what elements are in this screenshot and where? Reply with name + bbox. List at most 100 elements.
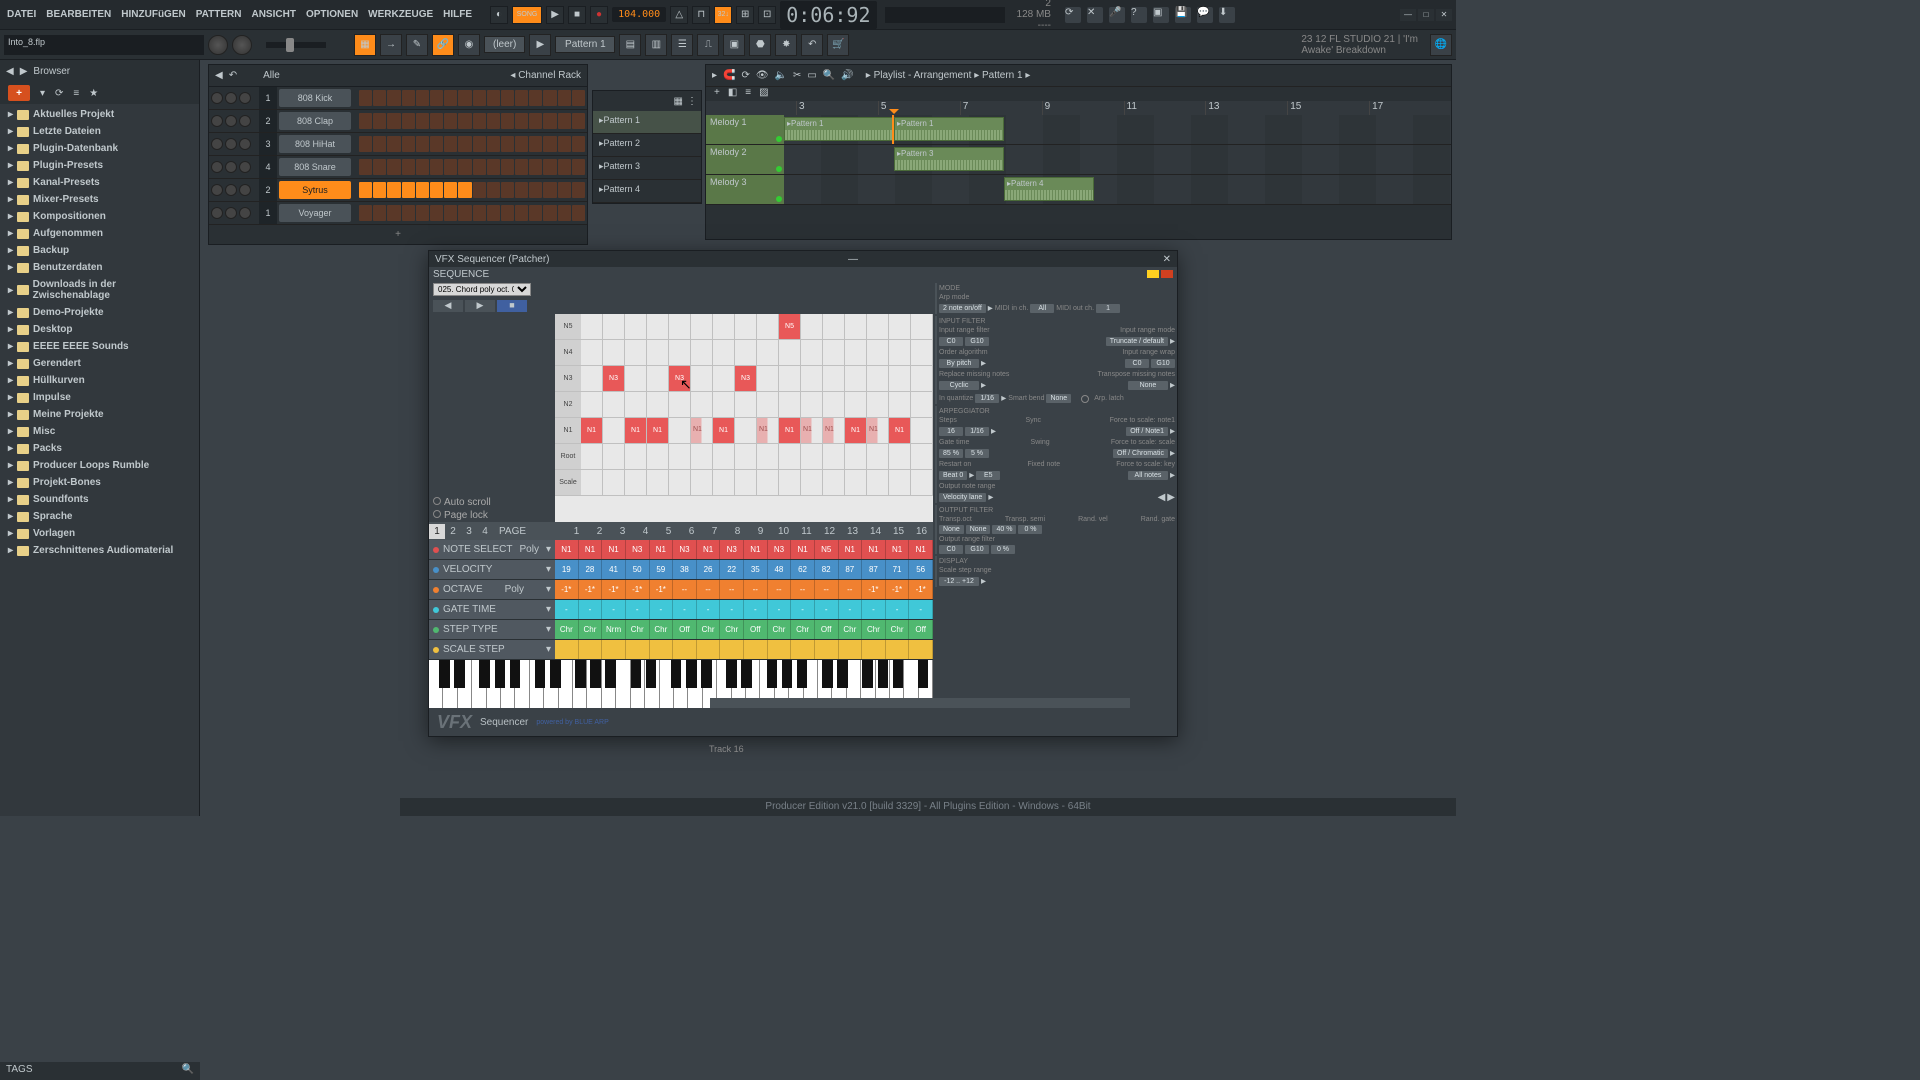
- vfx-minimize-icon[interactable]: —: [848, 254, 858, 265]
- browser-item[interactable]: ▸Benutzerdaten: [0, 259, 199, 276]
- browser-item[interactable]: ▸Demo-Projekte: [0, 304, 199, 321]
- mic-icon[interactable]: 🎤: [1109, 7, 1125, 23]
- browser-collapse-icon[interactable]: ▾: [40, 88, 45, 99]
- lane-styp[interactable]: STEP TYPE▾ChrChrNrmChrChrOffChrChrOffChr…: [429, 620, 933, 640]
- pattern-item[interactable]: ▸Pattern 2: [593, 134, 701, 157]
- browser-item[interactable]: ▸Backup: [0, 242, 199, 259]
- pl-menu-icon[interactable]: ▸: [712, 70, 717, 81]
- rf-hi[interactable]: G10: [965, 337, 989, 346]
- lane-gate[interactable]: GATE TIME▾----------------: [429, 600, 933, 620]
- page-4-button[interactable]: 4: [477, 524, 493, 539]
- transpose-field[interactable]: None: [1128, 381, 1168, 390]
- restart-field[interactable]: Beat 0: [939, 471, 967, 480]
- pl-sel-icon[interactable]: ▭: [807, 70, 816, 81]
- nav-next-icon[interactable]: ▶: [1167, 492, 1175, 503]
- pianoroll-icon[interactable]: ▥: [645, 34, 667, 56]
- menu-werkzeuge[interactable]: WERKZEUGE: [365, 7, 436, 22]
- play-small-icon[interactable]: ▶: [529, 34, 551, 56]
- channel-row[interactable]: 2808 Clap: [209, 110, 587, 133]
- metronome-icon[interactable]: △: [670, 6, 688, 24]
- pattern-item[interactable]: ▸Pattern 3: [593, 157, 701, 180]
- orf-pct[interactable]: 0 %: [991, 545, 1015, 554]
- browser-item[interactable]: ▸Aktuelles Projekt: [0, 106, 199, 123]
- pattern-tool-b-icon[interactable]: ⋮: [687, 96, 697, 107]
- nav-prev-icon[interactable]: ◀: [1158, 492, 1166, 503]
- wait-input-icon[interactable]: ⊓: [692, 6, 710, 24]
- autoscroll-checkbox[interactable]: Auto scroll: [429, 496, 555, 509]
- record-button[interactable]: ●: [590, 6, 608, 24]
- preset-next-button[interactable]: ▶: [465, 300, 495, 312]
- rvel-field[interactable]: 40 %: [992, 525, 1016, 534]
- live-icon[interactable]: ◉: [458, 34, 480, 56]
- menu-optionen[interactable]: OPTIONEN: [303, 7, 361, 22]
- tsemi-field[interactable]: None: [966, 525, 991, 534]
- playlist-track[interactable]: Melody 2▸Pattern 3: [706, 145, 1451, 175]
- stop-button[interactable]: ■: [568, 6, 586, 24]
- pat-song-toggle-icon[interactable]: ◐: [490, 6, 508, 24]
- lane-oct[interactable]: OCTAVEPoly▾-1*-1*-1*-1*-1*--------------…: [429, 580, 933, 600]
- help-icon[interactable]: ?: [1131, 7, 1147, 23]
- pl-mute-icon[interactable]: 🔈: [775, 70, 787, 81]
- pattern-tool-a-icon[interactable]: ▦: [674, 96, 683, 107]
- toct-field[interactable]: None: [939, 525, 964, 534]
- browser-item[interactable]: ▸Zerschnittenes Audiomaterial: [0, 542, 199, 559]
- orf-hi[interactable]: G10: [965, 545, 989, 554]
- smartbend-field[interactable]: None: [1046, 394, 1071, 403]
- pl-add-track-icon[interactable]: +: [714, 87, 720, 101]
- main-slider[interactable]: [266, 42, 326, 48]
- channel-add-button[interactable]: +: [209, 225, 587, 244]
- pl-tool1-icon[interactable]: ◧: [728, 87, 737, 101]
- pl-magnet-icon[interactable]: 🧲: [723, 70, 735, 81]
- next-icon[interactable]: →: [380, 34, 402, 56]
- channel-row[interactable]: 1Voyager: [209, 202, 587, 225]
- forcenote-field[interactable]: Off / Note1: [1126, 427, 1168, 436]
- play-button[interactable]: ▶: [546, 6, 564, 24]
- browser-item[interactable]: ▸Kanal-Presets: [0, 174, 199, 191]
- sync-icon[interactable]: ⟳: [1065, 7, 1081, 23]
- lane-sstep[interactable]: SCALE STEP▾: [429, 640, 933, 660]
- ssr-field[interactable]: -12 .. +12: [939, 577, 979, 586]
- mixer-icon[interactable]: ⎍: [697, 34, 719, 56]
- browser-item[interactable]: ▸Kompositionen: [0, 208, 199, 225]
- preset-prev-button[interactable]: ◀: [433, 300, 463, 312]
- page-2-button[interactable]: 2: [445, 524, 461, 539]
- browser-item[interactable]: ▸Vorlagen: [0, 525, 199, 542]
- browser-sort-icon[interactable]: ≡: [73, 88, 79, 99]
- render-icon[interactable]: ▣: [1153, 7, 1169, 23]
- rw-hi[interactable]: G10: [1151, 359, 1175, 368]
- playlist-track[interactable]: Melody 1▸Pattern 1▸Pattern 1: [706, 115, 1451, 145]
- download-icon[interactable]: ⬇: [1219, 7, 1235, 23]
- browser-item[interactable]: ▸Producer Loops Rumble: [0, 457, 199, 474]
- pattern-item[interactable]: ▸Pattern 4: [593, 180, 701, 203]
- browser-item[interactable]: ▸Sprache: [0, 508, 199, 525]
- browser-item[interactable]: ▸Packs: [0, 440, 199, 457]
- menu-datei[interactable]: DATEI: [4, 7, 39, 22]
- tool-icon[interactable]: ✎: [406, 34, 428, 56]
- pl-sync-icon[interactable]: ⟳: [741, 70, 749, 81]
- tempo-tap-icon[interactable]: ✸: [775, 34, 797, 56]
- rw-lo[interactable]: C0: [1125, 359, 1149, 368]
- minimize-button[interactable]: —: [1400, 9, 1416, 21]
- channel-row[interactable]: 3808 HiHat: [209, 133, 587, 156]
- rgate-field[interactable]: 0 %: [1018, 525, 1042, 534]
- midiout-field[interactable]: 1: [1096, 304, 1120, 313]
- pl-tool2-icon[interactable]: ≡: [745, 87, 751, 101]
- browser-refresh-icon[interactable]: ⟳: [55, 88, 63, 99]
- browser-item[interactable]: ▸Mixer-Presets: [0, 191, 199, 208]
- overdub-icon[interactable]: ⊞: [736, 6, 754, 24]
- page-1-button[interactable]: 1: [429, 524, 445, 539]
- menu-hinzufuegen[interactable]: HINZUFüGEN: [118, 7, 188, 22]
- main-volume-knob[interactable]: [208, 35, 228, 55]
- browser-item[interactable]: ▸Plugin-Presets: [0, 157, 199, 174]
- sync-field[interactable]: 1/16: [965, 427, 989, 436]
- browser-item[interactable]: ▸Impulse: [0, 389, 199, 406]
- time-display[interactable]: 0:06:92: [780, 1, 876, 29]
- globe-icon[interactable]: 🌐: [1430, 34, 1452, 56]
- channelrack-icon[interactable]: ☰: [671, 34, 693, 56]
- browser-add-button[interactable]: +: [8, 85, 30, 101]
- pl-audio-icon[interactable]: 🔊: [841, 70, 853, 81]
- steps-field[interactable]: 16: [939, 427, 963, 436]
- browser-item[interactable]: ▸Hüllkurven: [0, 372, 199, 389]
- undo-icon[interactable]: ↶: [801, 34, 823, 56]
- midiin-field[interactable]: All: [1030, 304, 1054, 313]
